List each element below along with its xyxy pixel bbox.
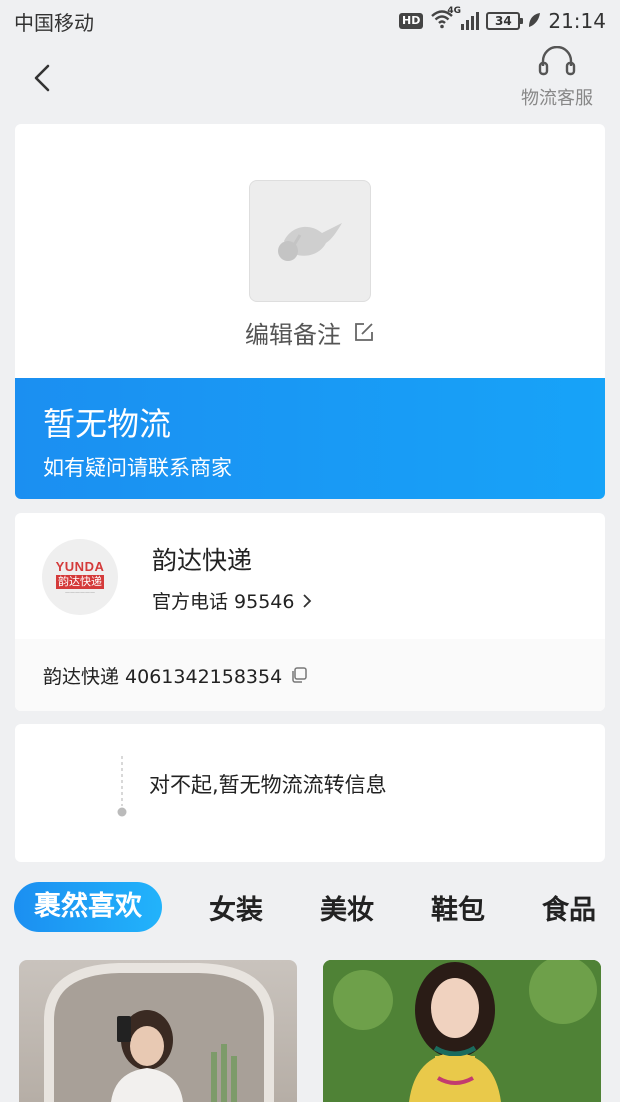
status-subtitle: 如有疑问请联系商家 [43, 456, 232, 480]
category-tabs: 裹然喜欢 女装 美妆 鞋包 食品 [14, 882, 606, 932]
status-bar: 中国移动 HD 4G 34 21:14 [0, 0, 620, 42]
product-photo-1 [44, 963, 274, 1102]
package-status-card: 编辑备注 暂无物流 如有疑问请联系商家 [15, 124, 605, 499]
chevron-left-icon [34, 64, 50, 92]
battery-level: 34 [495, 14, 512, 28]
copy-icon [292, 667, 307, 683]
courier-name: 韵达快递 [152, 546, 253, 575]
edit-note-label: 编辑备注 [245, 320, 341, 349]
courier-card: YUNDA 韵达快递 —————— 韵达快递 官方电话 95546 韵达快递 4… [15, 513, 605, 711]
tracking-number: 韵达快递 4061342158354 [43, 665, 283, 688]
tab-food[interactable]: 食品 [532, 888, 606, 927]
tab-womens-clothing[interactable]: 女装 [199, 888, 273, 927]
courier-phone: 官方电话 95546 [152, 591, 295, 613]
logo-text-en: YUNDA [55, 558, 105, 574]
logistics-trace-card: 对不起,暂无物流流转信息 [15, 724, 605, 862]
logistics-service-button[interactable]: 物流客服 [512, 46, 602, 112]
tab-shoes-bags[interactable]: 鞋包 [421, 888, 495, 927]
tracking-number-row: 韵达快递 4061342158354 [15, 639, 605, 711]
courier-logo: YUNDA 韵达快递 —————— [42, 539, 118, 615]
battery-icon: 34 [486, 12, 524, 30]
copy-button[interactable] [290, 666, 308, 684]
carrier-name: 中国移动 [14, 10, 94, 35]
network-type: 4G [447, 6, 462, 16]
package-thumbnail [249, 180, 371, 302]
nav-bar: 物流客服 [0, 42, 620, 116]
status-title: 暂无物流 [43, 405, 172, 443]
logo-text-cn: 韵达快递 [56, 574, 104, 589]
logistics-status-banner: 暂无物流 如有疑问请联系商家 [15, 378, 605, 499]
hd-badge: HD [399, 13, 424, 29]
bird-placeholder-icon [278, 223, 342, 261]
edit-icon [355, 323, 373, 341]
timeline-dot-icon [117, 756, 127, 817]
signal-icon: 4G [447, 6, 480, 30]
headset-icon [538, 46, 576, 76]
courier-phone-link[interactable]: 官方电话 95546 [152, 587, 312, 614]
clock-time: 21:14 [548, 9, 606, 33]
empty-trace-message: 对不起,暂无物流流转信息 [149, 773, 387, 797]
back-button[interactable] [26, 58, 62, 98]
status-icons: HD 4G 34 21:14 [399, 6, 606, 34]
service-label: 物流客服 [521, 88, 593, 109]
product-card-2[interactable] [323, 960, 601, 1102]
chevron-right-icon [303, 593, 312, 608]
product-photo-2 [323, 960, 601, 1102]
leaf-icon [527, 9, 541, 33]
edit-note-button[interactable]: 编辑备注 [15, 312, 605, 352]
logo-decoration: —————— [65, 589, 95, 596]
product-card-1[interactable] [19, 960, 297, 1102]
tab-guoran-favorites[interactable]: 裹然喜欢 [14, 882, 162, 932]
tab-beauty[interactable]: 美妆 [310, 888, 384, 927]
